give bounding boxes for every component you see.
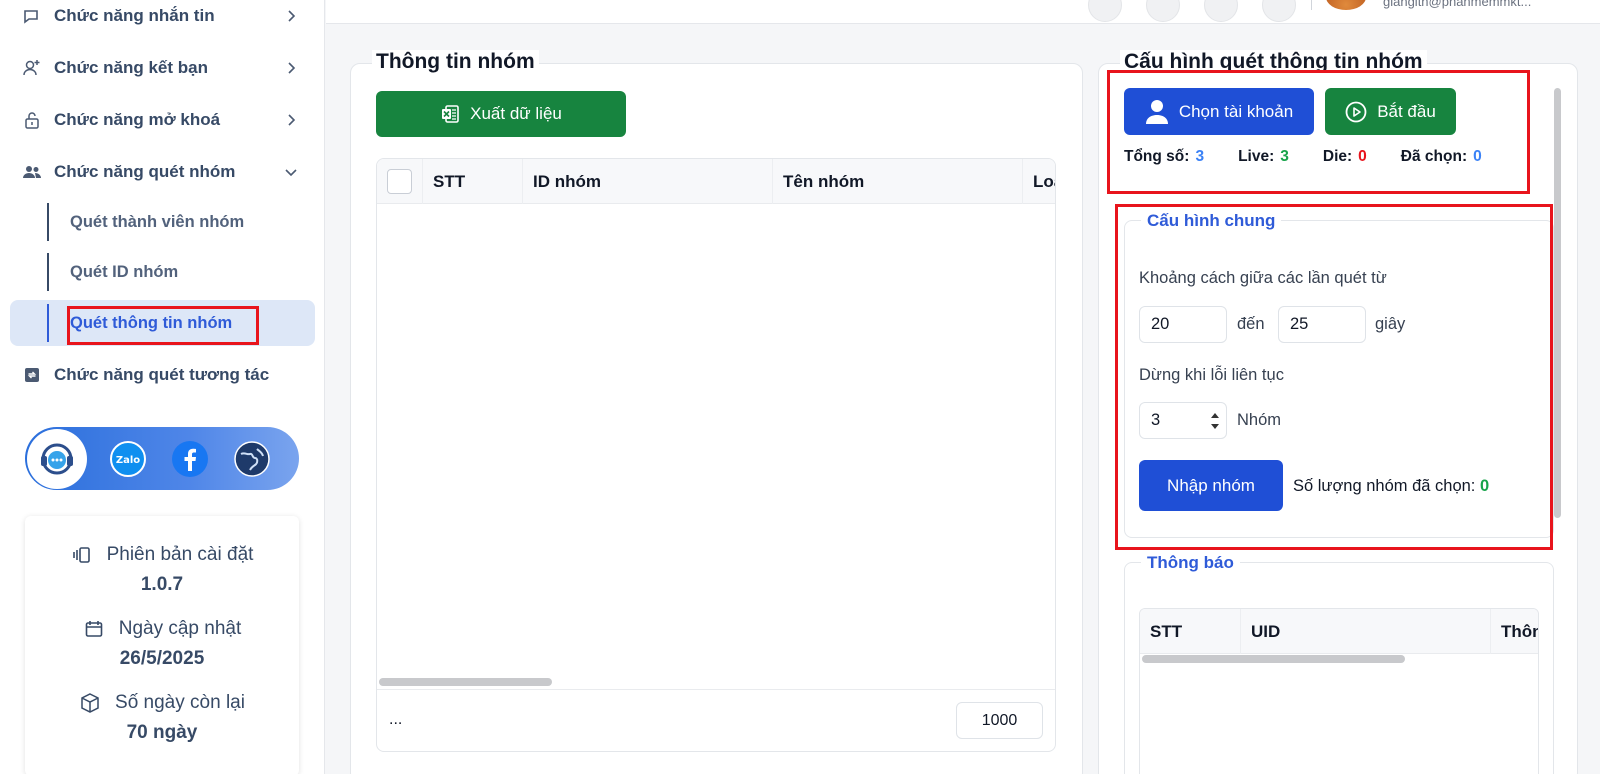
chevron-right-icon [281, 58, 301, 78]
sidebar-item-unlock[interactable]: Chức năng mở khoá [10, 98, 315, 142]
chevron-down-icon [281, 162, 301, 182]
days-left-label: Số ngày còn lại [115, 692, 245, 713]
column-header[interactable]: ID nhóm [522, 159, 772, 204]
user-email: giangith@phanmemmkt... [1383, 0, 1532, 9]
social-links: Zalo [25, 427, 299, 490]
update-value: 26/5/2025 [119, 648, 205, 669]
chevron-right-icon [281, 6, 301, 26]
add-user-icon [22, 58, 42, 78]
column-header[interactable]: Tên nhóm [772, 159, 1022, 204]
sidebar-subitem-scan-group-id[interactable]: Quét ID nhóm [10, 249, 315, 295]
group-table: STT ID nhóm Tên nhóm Loại ... 1000 [376, 158, 1056, 752]
sidebar-subitem-label: Quét thành viên nhóm [70, 212, 245, 231]
select-all-checkbox[interactable] [387, 169, 412, 194]
version-label: Phiên bản cài đặt [106, 544, 254, 565]
group-icon [22, 162, 42, 182]
column-header[interactable]: Loại [1022, 159, 1055, 204]
version-icon [71, 544, 93, 566]
sidebar-item-label: Chức năng quét nhóm [54, 162, 236, 181]
sidebar-item-group-scan[interactable]: Chức năng quét nhóm [10, 150, 315, 194]
column-header[interactable]: STT [422, 159, 522, 204]
update-label: Ngày cập nhật [118, 618, 242, 639]
svg-text:Zalo: Zalo [116, 455, 140, 466]
days-left-info: Số ngày còn lại 70 ngày [25, 692, 299, 744]
days-left-value: 70 ngày [126, 722, 198, 743]
support-icon[interactable] [27, 428, 87, 489]
column-header[interactable]: UID [1240, 609, 1490, 654]
highlight-box [1107, 70, 1530, 194]
version-info: Phiên bản cài đặt 1.0.7 [25, 544, 299, 596]
notification-legend: Thông báo [1141, 553, 1240, 573]
highlight-box [67, 306, 259, 345]
version-value: 1.0.7 [140, 574, 184, 595]
column-header[interactable]: Thông [1490, 609, 1538, 654]
sidebar-item-label: Chức năng quét tương tác [54, 365, 270, 384]
box-icon [79, 692, 101, 714]
sidebar: Chức năng nhắn tin Chức năng kết bạn Chứ… [0, 0, 325, 774]
sidebar-subitem-scan-members[interactable]: Quét thành viên nhóm [10, 199, 315, 245]
horizontal-scrollbar[interactable] [379, 678, 552, 686]
excel-icon [440, 104, 460, 124]
calendar-icon [83, 618, 105, 640]
horizontal-scrollbar[interactable] [1142, 655, 1405, 663]
page-size-select[interactable]: 1000 [956, 702, 1043, 739]
column-header[interactable]: STT [1140, 609, 1240, 654]
sidebar-item-label: Chức năng mở khoá [54, 110, 221, 129]
notification-table: STT UID Thông [1139, 608, 1539, 774]
sidebar-item-messaging[interactable]: Chức năng nhắn tin [10, 0, 315, 38]
header-divider [1311, 0, 1312, 10]
sidebar-item-label: Chức năng nhắn tin [54, 6, 215, 25]
unlock-icon [22, 110, 42, 130]
update-info: Ngày cập nhật 26/5/2025 [25, 618, 299, 670]
tree-line [47, 253, 49, 291]
group-info-title: Thông tin nhóm [372, 50, 539, 74]
sync-icon [22, 365, 42, 385]
facebook-icon[interactable] [167, 436, 213, 482]
app-info-card: Phiên bản cài đặt 1.0.7 Ngày cập nhật 26… [25, 516, 299, 774]
tree-line [47, 203, 49, 241]
sidebar-item-friends[interactable]: Chức năng kết bạn [10, 46, 315, 90]
sidebar-subitem-label: Quét ID nhóm [70, 262, 179, 281]
chat-icon [22, 6, 42, 26]
sidebar-item-label: Chức năng kết bạn [54, 58, 208, 77]
chevron-right-icon [281, 110, 301, 130]
pagination-ellipsis: ... [389, 711, 403, 728]
zalo-icon[interactable]: Zalo [105, 436, 151, 482]
export-data-button[interactable]: Xuất dữ liệu [376, 91, 626, 137]
table-header: STT UID Thông [1140, 609, 1538, 654]
table-header: STT ID nhóm Tên nhóm Loại [377, 159, 1055, 204]
highlight-box [1115, 204, 1553, 550]
tree-line [47, 304, 49, 342]
vertical-scrollbar[interactable] [1554, 88, 1561, 518]
table-footer-divider [377, 689, 1055, 690]
sidebar-item-interaction-scan[interactable]: Chức năng quét tương tác [10, 353, 315, 397]
export-data-label: Xuất dữ liệu [470, 104, 562, 123]
globe-icon[interactable] [229, 436, 275, 482]
